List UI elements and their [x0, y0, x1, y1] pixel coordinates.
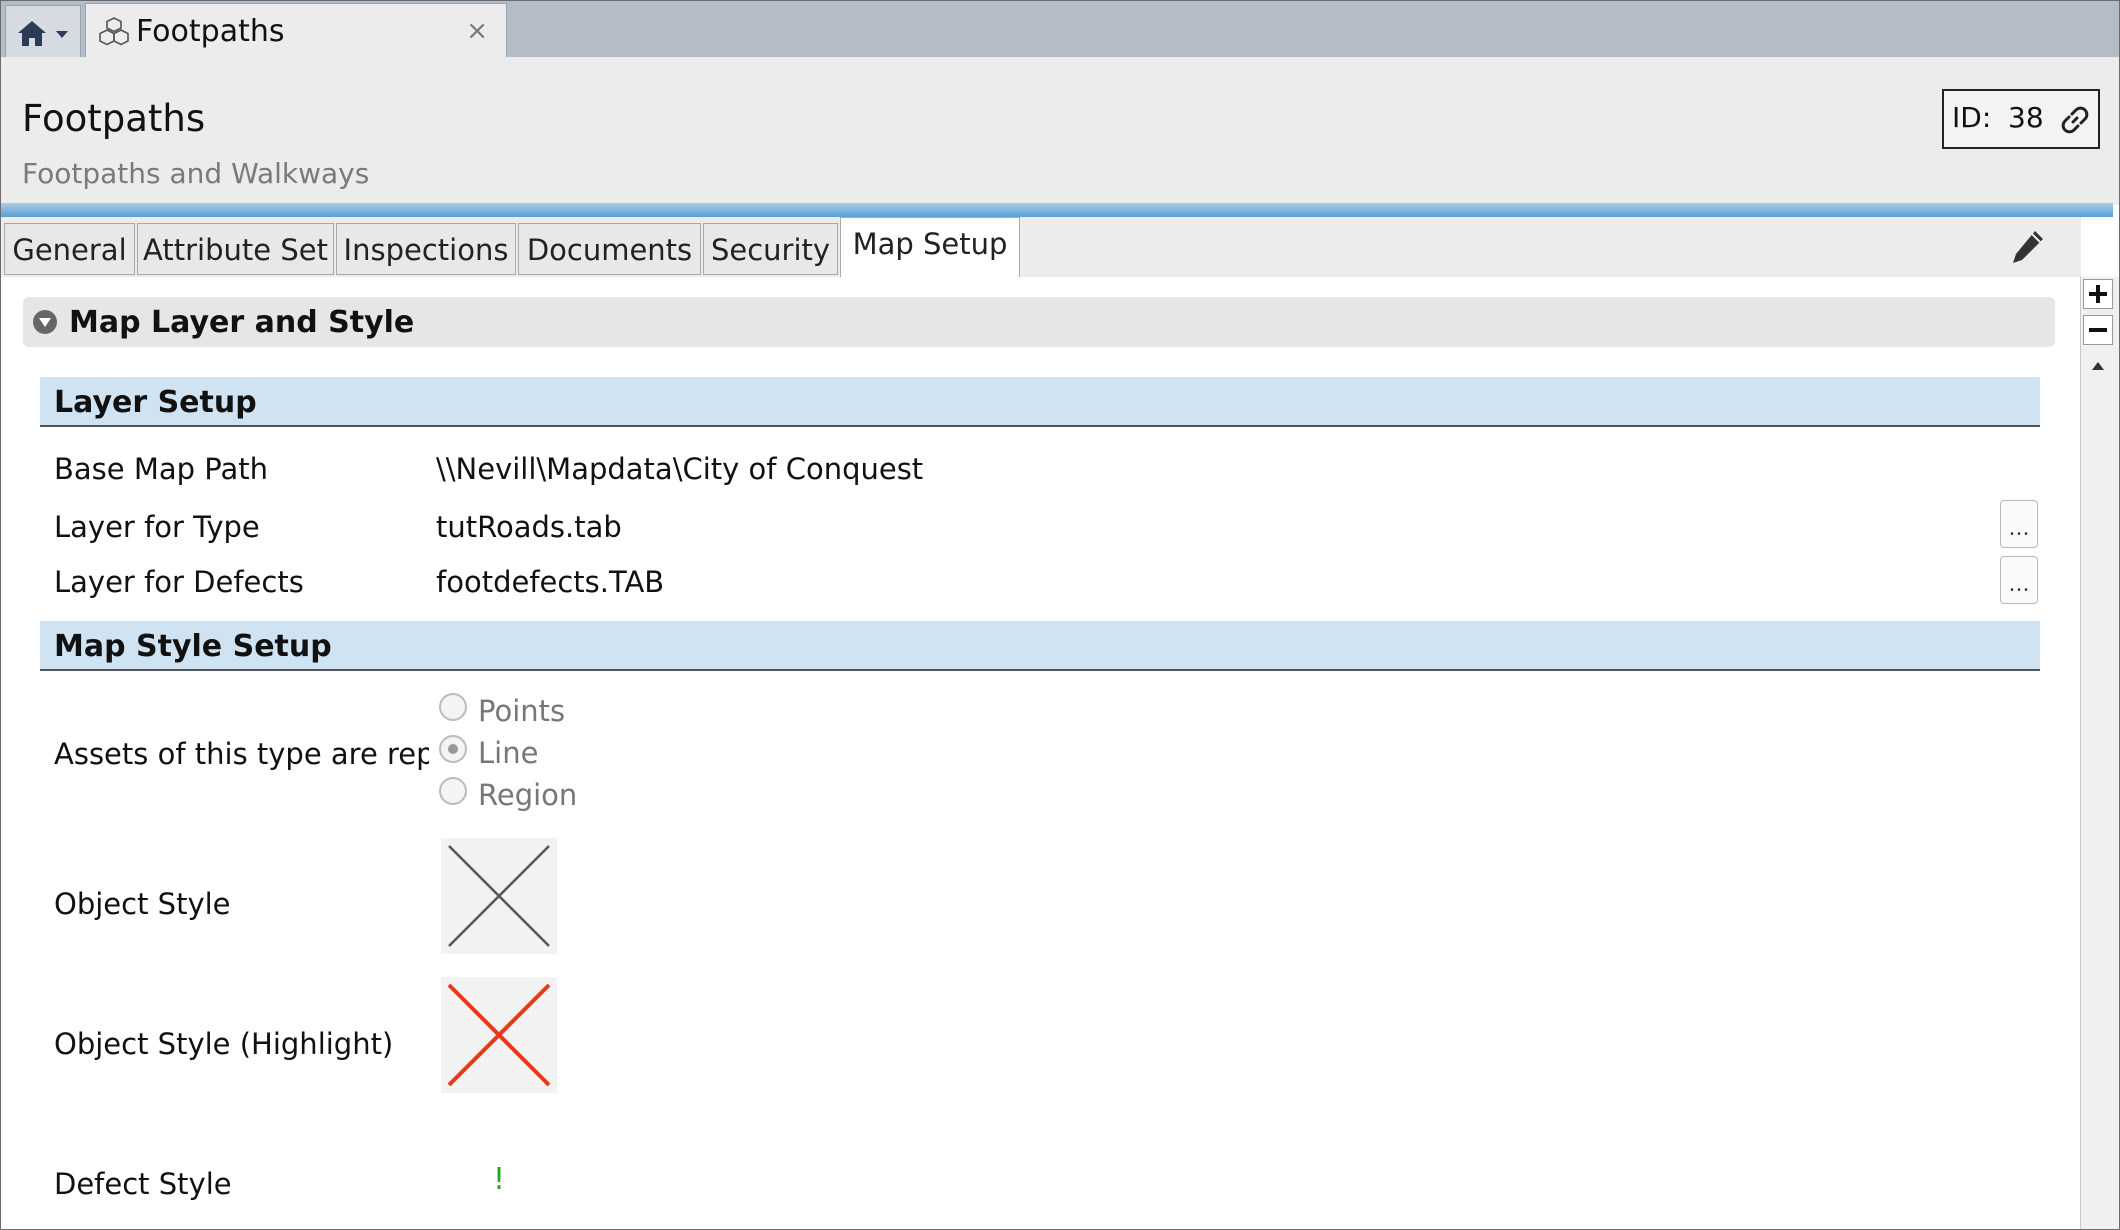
id-value: 38 — [2008, 101, 2044, 134]
document-tab-strip: Footpaths × — [1, 1, 2119, 59]
group-title: Layer Setup — [54, 385, 257, 420]
browse-layer-type-button[interactable]: ... — [2000, 500, 2038, 548]
document-tab-title: Footpaths — [136, 14, 285, 49]
object-style-swatch[interactable] — [441, 838, 557, 954]
highlight-cross-icon — [447, 983, 551, 1087]
record-header: Footpaths Footpaths and Walkways ID: 38 — [1, 57, 2119, 205]
radio-line[interactable] — [439, 735, 467, 763]
layer-for-type-value: tutRoads.tab — [436, 510, 622, 544]
object-style-highlight-label: Object Style (Highlight) — [54, 1027, 394, 1061]
layer-for-defects-label: Layer for Defects — [54, 565, 304, 599]
id-label: ID: — [1952, 101, 1992, 134]
section-map-layer-and-style[interactable]: Map Layer and Style — [23, 297, 2055, 347]
document-tab-footpaths[interactable]: Footpaths × — [85, 3, 507, 59]
zoom-in-button[interactable] — [2083, 279, 2113, 309]
cubes-icon — [99, 17, 129, 46]
radio-line-label: Line — [478, 736, 539, 770]
base-map-path-label: Base Map Path — [54, 452, 268, 486]
link-icon[interactable] — [2060, 105, 2090, 135]
map-setup-panel: Map Layer and Style Layer Setup Base Map… — [1, 277, 2079, 1229]
tab-general[interactable]: General — [4, 223, 135, 275]
home-menu-button[interactable] — [5, 5, 81, 58]
base-map-path-value: \\Nevill\Mapdata\City of Conquest — [436, 452, 924, 486]
tab-security[interactable]: Security — [703, 223, 838, 275]
object-style-highlight-swatch[interactable] — [441, 977, 557, 1093]
object-style-label: Object Style — [54, 887, 231, 921]
radio-region-label: Region — [478, 778, 578, 812]
layer-for-defects-value: footdefects.TAB — [436, 565, 665, 599]
page-subtitle: Footpaths and Walkways — [22, 157, 370, 190]
header-accent-bar — [1, 203, 2113, 217]
defect-style-swatch[interactable]: ! — [493, 1162, 505, 1197]
object-style-cross-icon — [448, 845, 550, 947]
right-scroll-panel — [2080, 277, 2119, 1229]
section-title: Map Layer and Style — [69, 305, 415, 340]
tab-documents[interactable]: Documents — [518, 223, 701, 275]
group-map-style-setup: Map Style Setup — [40, 621, 2040, 671]
tab-map-setup[interactable]: Map Setup — [840, 217, 1020, 278]
record-id-box: ID: 38 — [1942, 89, 2100, 149]
radio-region[interactable] — [439, 777, 467, 805]
tab-attribute-set[interactable]: Attribute Set — [137, 223, 334, 275]
collapse-icon[interactable] — [33, 310, 57, 334]
radio-points-label: Points — [478, 694, 566, 728]
pencil-edit-icon[interactable] — [2010, 228, 2046, 266]
chevron-down-icon — [56, 31, 68, 38]
group-title: Map Style Setup — [54, 629, 332, 664]
close-tab-icon[interactable]: × — [466, 16, 488, 46]
browse-layer-defects-button[interactable]: ... — [2000, 556, 2038, 604]
group-layer-setup: Layer Setup — [40, 377, 2040, 427]
record-tabs: General Attribute Set Inspections Docume… — [1, 217, 2081, 278]
page-title: Footpaths — [22, 97, 206, 140]
layer-for-type-label: Layer for Type — [54, 510, 260, 544]
zoom-out-button[interactable] — [2083, 315, 2113, 345]
radio-points[interactable] — [439, 693, 467, 721]
tab-inspections[interactable]: Inspections — [336, 223, 516, 275]
defect-style-label: Defect Style — [54, 1167, 232, 1201]
scroll-up-arrow-icon[interactable] — [2092, 362, 2104, 370]
represented-as-label: Assets of this type are repres — [54, 737, 429, 771]
home-icon — [18, 21, 68, 46]
